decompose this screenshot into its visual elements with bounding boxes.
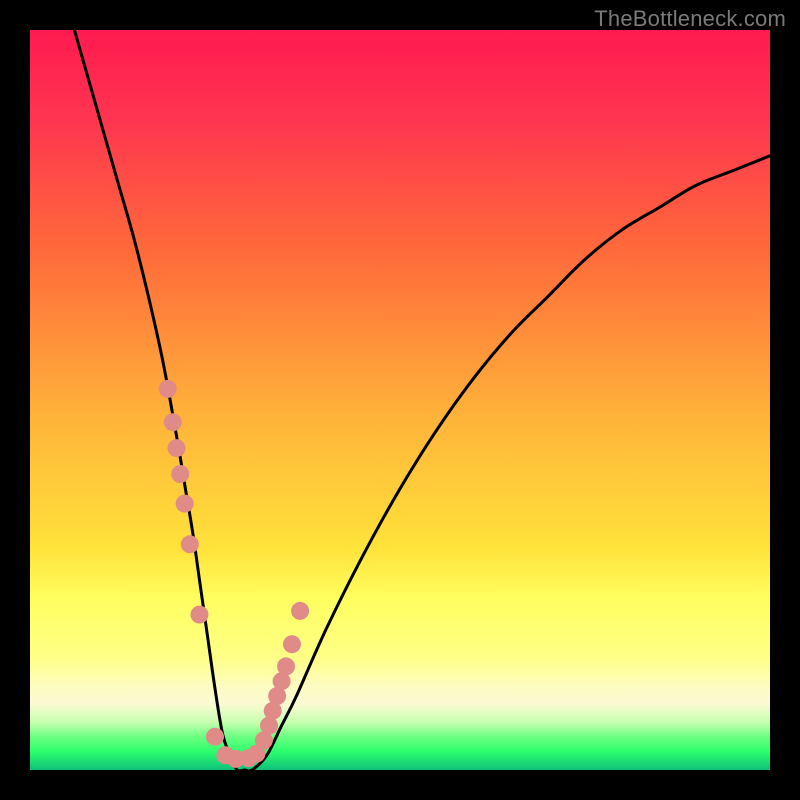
dot bbox=[283, 635, 301, 653]
highlight-dots bbox=[159, 380, 309, 768]
dot bbox=[277, 657, 295, 675]
dot bbox=[181, 535, 199, 553]
dot bbox=[176, 495, 194, 513]
bottleneck-curve bbox=[30, 30, 770, 770]
dot bbox=[171, 465, 189, 483]
dot bbox=[190, 606, 208, 624]
dot bbox=[159, 380, 177, 398]
dot bbox=[291, 602, 309, 620]
dot bbox=[168, 439, 186, 457]
chart-stage: TheBottleneck.com bbox=[0, 0, 800, 800]
dot bbox=[164, 413, 182, 431]
dot bbox=[206, 728, 224, 746]
plot-area bbox=[30, 30, 770, 770]
watermark-text: TheBottleneck.com bbox=[594, 6, 786, 32]
